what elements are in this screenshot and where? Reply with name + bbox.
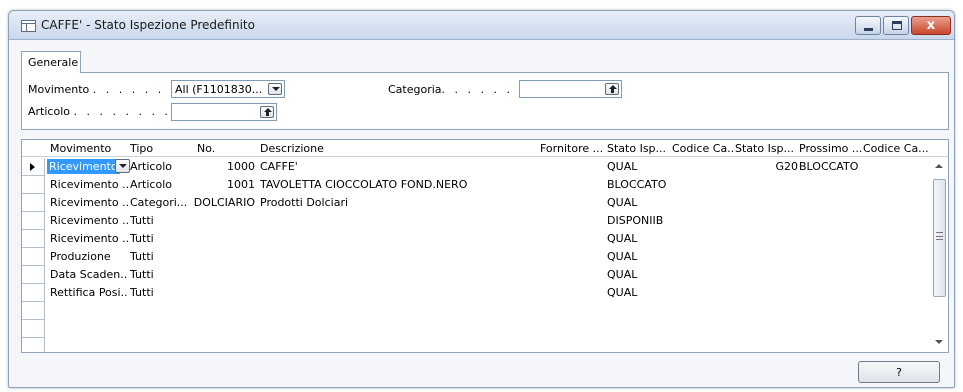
movimento-value: All (F1101830... — [175, 83, 263, 96]
cell-descrizione[interactable]: Prodotti Dolciari — [260, 196, 538, 209]
table-row[interactable] — [22, 338, 930, 352]
articolo-field[interactable] — [171, 103, 277, 121]
chevron-down-icon[interactable] — [268, 83, 282, 95]
col-codice-causale-2[interactable]: Codice Ca... — [863, 142, 929, 155]
table-row[interactable]: Ricevimento ... Tutti QUAL — [22, 230, 930, 248]
row-selector[interactable] — [22, 176, 45, 194]
minimize-icon — [864, 28, 873, 31]
lookup-icon[interactable] — [260, 106, 274, 118]
minimize-button[interactable] — [855, 16, 881, 35]
cell-prossimo[interactable]: BLOCCATO — [799, 160, 862, 173]
cell-tipo[interactable]: Tutti — [130, 286, 192, 299]
cell-stato[interactable]: QUAL — [607, 286, 671, 299]
row-selector[interactable] — [22, 248, 45, 266]
row-selector[interactable] — [22, 212, 45, 230]
grip-icon — [936, 232, 943, 240]
col-stato-ispezione[interactable]: Stato Isp... — [607, 142, 671, 155]
col-no[interactable]: No. — [197, 142, 215, 155]
cell-movimento[interactable]: Ricevimento ... — [50, 196, 128, 209]
col-tipo[interactable]: Tipo — [130, 142, 153, 155]
tab-label: Generale — [28, 56, 79, 69]
cell-stato[interactable]: BLOCCATO — [607, 178, 671, 191]
row-selector[interactable] — [22, 194, 45, 212]
table-row[interactable]: Ricevimento ... Categori... DOLCIARIO Prodo… — [22, 194, 930, 212]
cell-tipo[interactable]: Tutti — [130, 214, 192, 227]
cell-movimento[interactable]: Ricevimento ... — [50, 232, 128, 245]
table-row[interactable]: Ricevimento Articolo 1000 CAFFE' QUAL G20 BLOC… — [22, 158, 930, 176]
row-selector[interactable] — [22, 338, 45, 352]
cell-stato[interactable]: QUAL — [607, 250, 671, 263]
cell-no[interactable]: DOLCIARIO — [182, 196, 255, 209]
categoria-label-text: Categoria — [388, 83, 442, 96]
movimento-label-text: Movimento — [28, 83, 90, 96]
form-icon — [21, 20, 36, 32]
articolo-label: Articolo . . . . . . . . . — [28, 105, 184, 118]
cell-stato[interactable]: QUAL — [607, 268, 671, 281]
col-fornitore[interactable]: Fornitore ... — [540, 142, 606, 155]
tab-generale[interactable]: Generale — [21, 51, 81, 73]
table-row[interactable] — [22, 302, 930, 320]
help-label: ? — [896, 366, 902, 379]
cell-stato[interactable]: QUAL — [607, 160, 671, 173]
movimento-dots: . . . . . . . — [92, 83, 178, 96]
table-row[interactable]: Data Scaden... Tutti QUAL — [22, 266, 930, 284]
app-window: CAFFE' - Stato Ispezione Predefinito x G… — [8, 10, 955, 388]
movimento-label: Movimento . . . . . . . — [28, 83, 177, 96]
cell-movimento[interactable]: Ricevimento ... — [50, 214, 128, 227]
cell-stato[interactable]: DISPONIIB — [607, 214, 671, 227]
col-descrizione[interactable]: Descrizione — [260, 142, 324, 155]
categoria-field[interactable] — [519, 80, 622, 98]
table-row[interactable]: Ricevimento ... Articolo 1001 TAVOLETTA CIO… — [22, 176, 930, 194]
window-title: CAFFE' - Stato Ispezione Predefinito — [41, 18, 255, 32]
table-row[interactable]: Ricevimento ... Tutti DISPONIIB — [22, 212, 930, 230]
vertical-scrollbar[interactable] — [930, 157, 948, 352]
cell-movimento[interactable]: Produzione — [50, 250, 128, 263]
cell-tipo[interactable]: Tutti — [130, 268, 192, 281]
articolo-dots: . . . . . . . . . — [73, 105, 184, 118]
cell-movimento[interactable]: Data Scaden... — [50, 268, 128, 281]
cell-stato[interactable]: QUAL — [607, 196, 671, 209]
row-selector[interactable] — [22, 284, 45, 302]
chevron-down-icon[interactable] — [115, 159, 130, 173]
col-movimento[interactable]: Movimento — [50, 142, 111, 155]
close-icon: x — [926, 18, 936, 33]
row-selector[interactable] — [22, 302, 45, 320]
col-codice-causale[interactable]: Codice Ca... — [672, 142, 735, 155]
close-button[interactable]: x — [911, 16, 951, 35]
scroll-thumb[interactable] — [933, 179, 946, 297]
categoria-label: Categoria. . . . . . . . — [388, 83, 539, 96]
row-selector-active[interactable] — [22, 158, 45, 176]
lookup-icon[interactable] — [605, 83, 619, 95]
row-selector[interactable] — [22, 230, 45, 248]
cell-movimento-selected[interactable]: Ricevimento — [47, 159, 120, 174]
table-row[interactable] — [22, 320, 930, 338]
cell-tipo[interactable]: Tutti — [130, 250, 192, 263]
cell-stato-2[interactable]: G20 — [735, 160, 798, 173]
cell-movimento[interactable]: Ricevimento ... — [50, 178, 128, 191]
maximize-button[interactable] — [883, 16, 909, 35]
table-row[interactable]: Produzione Tutti QUAL — [22, 248, 930, 266]
maximize-icon — [892, 21, 902, 30]
cell-descrizione[interactable]: TAVOLETTA CIOCCOLATO FOND.NERO — [260, 178, 538, 191]
scroll-down-icon[interactable] — [933, 336, 945, 348]
inspection-grid: Movimento Tipo No. Descrizione Fornitore… — [21, 139, 949, 353]
row-selector[interactable] — [22, 266, 45, 284]
title-bar[interactable]: CAFFE' - Stato Ispezione Predefinito x — [9, 11, 954, 40]
help-button[interactable]: ? — [858, 361, 940, 383]
col-stato-ispezione-2[interactable]: Stato Isp... — [735, 142, 798, 155]
row-selector[interactable] — [22, 320, 45, 338]
movimento-select[interactable]: All (F1101830... — [171, 80, 285, 98]
cell-tipo[interactable]: Tutti — [130, 232, 192, 245]
filter-panel: Movimento . . . . . . . All (F1101830...… — [21, 72, 949, 130]
col-prossimo[interactable]: Prossimo ... — [799, 142, 862, 155]
articolo-label-text: Articolo — [28, 105, 70, 118]
cell-movimento[interactable]: Rettifica Posi... — [50, 286, 128, 299]
table-row[interactable]: Rettifica Posi... Tutti QUAL — [22, 284, 930, 302]
grid-header: Movimento Tipo No. Descrizione Fornitore… — [22, 140, 948, 157]
cell-descrizione[interactable]: CAFFE' — [260, 160, 538, 173]
scroll-up-icon[interactable] — [933, 161, 945, 173]
cell-no[interactable]: 1000 — [182, 160, 255, 173]
cell-no[interactable]: 1001 — [182, 178, 255, 191]
cell-stato[interactable]: QUAL — [607, 232, 671, 245]
